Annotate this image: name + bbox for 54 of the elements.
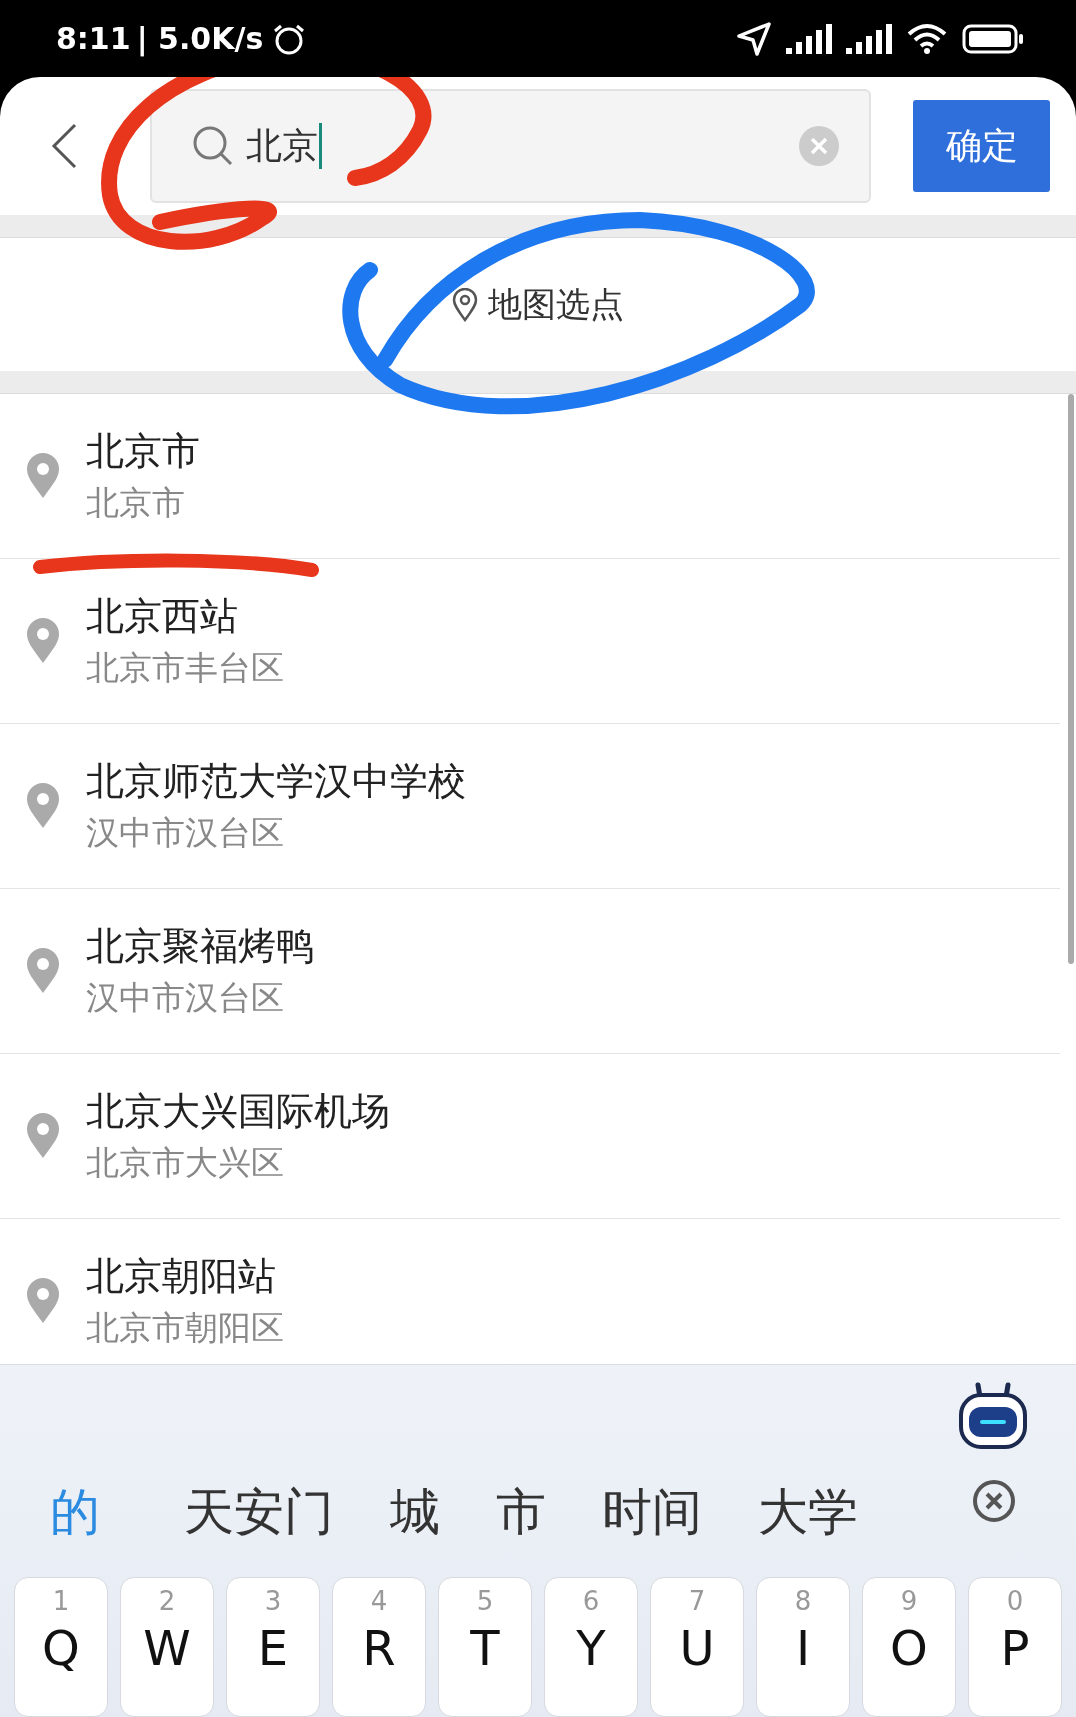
result-title: 北京师范大学汉中学校 — [86, 758, 466, 805]
result-title: 北京聚福烤鸭 — [86, 923, 314, 970]
result-address: 汉中市汉台区 — [86, 812, 285, 854]
keyboard-key[interactable]: 9 O — [862, 1577, 956, 1717]
signal-icon — [786, 23, 832, 54]
result-title: 北京西站 — [86, 593, 239, 640]
pin-icon — [26, 1278, 60, 1324]
status-time: 8:11 — [56, 21, 131, 56]
keyboard-key[interactable]: 3 E — [226, 1577, 320, 1717]
result-item[interactable]: 北京西站 北京市丰台区 — [0, 559, 1060, 724]
pin-icon — [26, 783, 60, 829]
close-icon[interactable] — [972, 1479, 1016, 1523]
keyboard-key[interactable]: 1 Q — [14, 1577, 108, 1717]
pin-icon — [452, 287, 478, 322]
map-pick-button[interactable]: 地图选点 — [452, 281, 624, 328]
wifi-icon — [906, 22, 948, 55]
search-icon — [192, 125, 234, 167]
result-item[interactable]: 北京大兴国际机场 北京市大兴区 — [0, 1054, 1060, 1219]
result-address: 北京市大兴区 — [86, 1142, 285, 1184]
candidate-word[interactable]: 大学 — [758, 1479, 858, 1546]
confirm-button[interactable]: 确定 — [913, 100, 1050, 192]
result-title: 北京市 — [86, 428, 200, 475]
keyboard-key[interactable]: 2 W — [120, 1577, 214, 1717]
result-address: 北京市 — [86, 482, 186, 524]
location-arrow-icon — [736, 20, 772, 57]
result-address: 北京市朝阳区 — [86, 1307, 284, 1349]
keyboard-key[interactable]: 7 U — [650, 1577, 744, 1717]
result-title: 北京朝阳站 — [86, 1253, 277, 1300]
keyboard-key[interactable]: 0 P — [968, 1577, 1062, 1717]
pin-icon — [26, 453, 60, 499]
result-item[interactable]: 北京聚福烤鸭 汉中市汉台区 — [0, 889, 1060, 1054]
result-item[interactable]: 北京市 北京市 — [0, 394, 1060, 559]
candidate-word[interactable]: 天安门 — [184, 1479, 334, 1546]
result-address: 北京市丰台区 — [86, 647, 284, 689]
network-speed: | 5.0K/s — [136, 21, 264, 56]
pin-icon — [26, 1113, 60, 1159]
result-item[interactable]: 北京师范大学汉中学校 汉中市汉台区 — [0, 724, 1060, 889]
candidate-word[interactable]: 市 — [496, 1479, 546, 1546]
keyboard-key[interactable]: 4 R — [332, 1577, 426, 1717]
candidate-word[interactable]: 城 — [390, 1479, 440, 1546]
keyboard-key[interactable]: 8 I — [756, 1577, 850, 1717]
result-address: 汉中市汉台区 — [86, 977, 285, 1019]
pin-icon — [26, 948, 60, 994]
search-field[interactable]: 北京 — [150, 89, 871, 203]
search-text: 北京 — [246, 123, 322, 169]
signal-icon — [846, 23, 892, 54]
robot-icon[interactable] — [958, 1381, 1028, 1451]
keyboard-key[interactable]: 5 T — [438, 1577, 532, 1717]
candidate-word[interactable]: 时间 — [602, 1479, 702, 1546]
back-icon — [50, 122, 78, 170]
pin-icon — [26, 618, 60, 664]
keyboard-key[interactable]: 6 Y — [544, 1577, 638, 1717]
battery-icon — [962, 23, 1024, 54]
result-title: 北京大兴国际机场 — [86, 1088, 390, 1135]
